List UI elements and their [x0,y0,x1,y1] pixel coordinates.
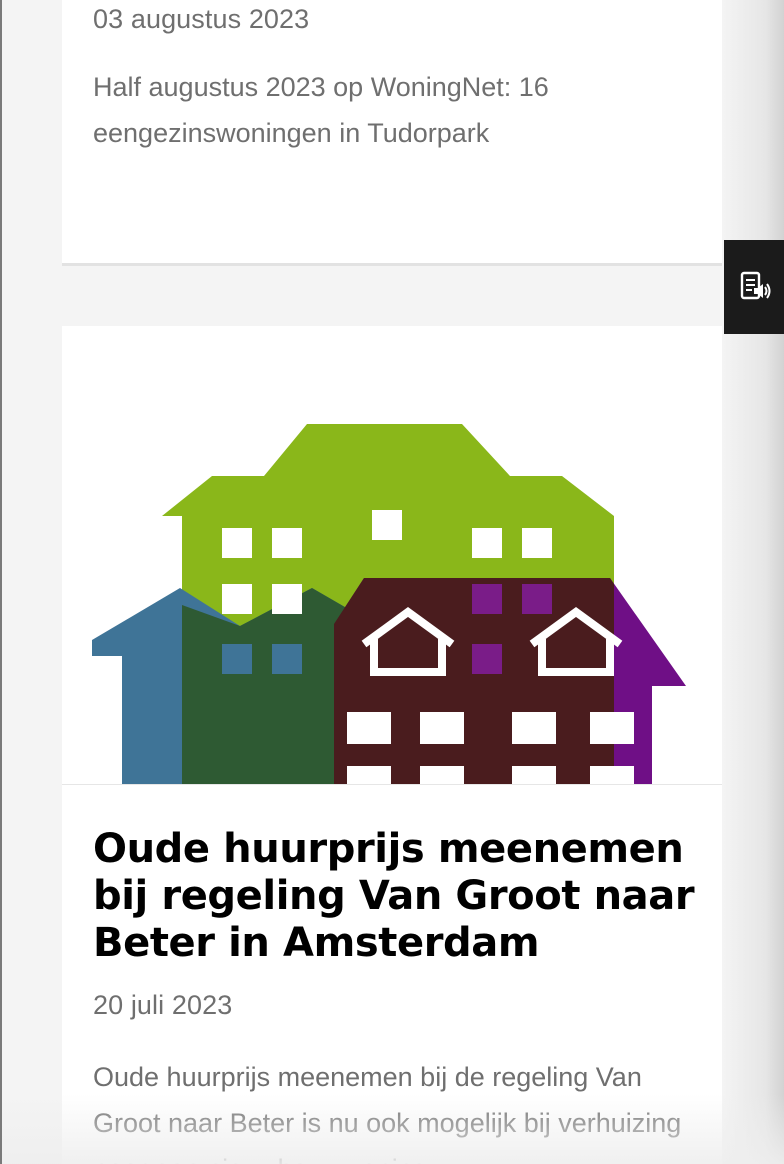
article-title[interactable]: Oude huurprijs meenemen bij regeling Van… [93,826,703,967]
page-side-shadow [722,0,784,1164]
readspeaker-button[interactable] [724,240,784,334]
article-excerpt: Oude huurprijs meenemen bij de regeling … [93,1062,682,1164]
article-excerpt: Half augustus 2023 op WoningNet: 16 eeng… [93,72,549,148]
article-card-van-groot-naar-beter[interactable]: Oude huurprijs meenemen bij regeling Van… [62,326,722,1164]
read-aloud-icon [740,271,771,300]
houses-illustration-icon [92,424,686,784]
page-viewport: 03 augustus 2023 Half augustus 2023 op W… [0,0,784,1164]
article-date: 20 juli 2023 [93,990,233,1020]
article-image[interactable] [62,326,722,785]
article-card-wooningnet[interactable]: 03 augustus 2023 Half augustus 2023 op W… [62,0,722,266]
article-date: 03 augustus 2023 [93,4,310,34]
